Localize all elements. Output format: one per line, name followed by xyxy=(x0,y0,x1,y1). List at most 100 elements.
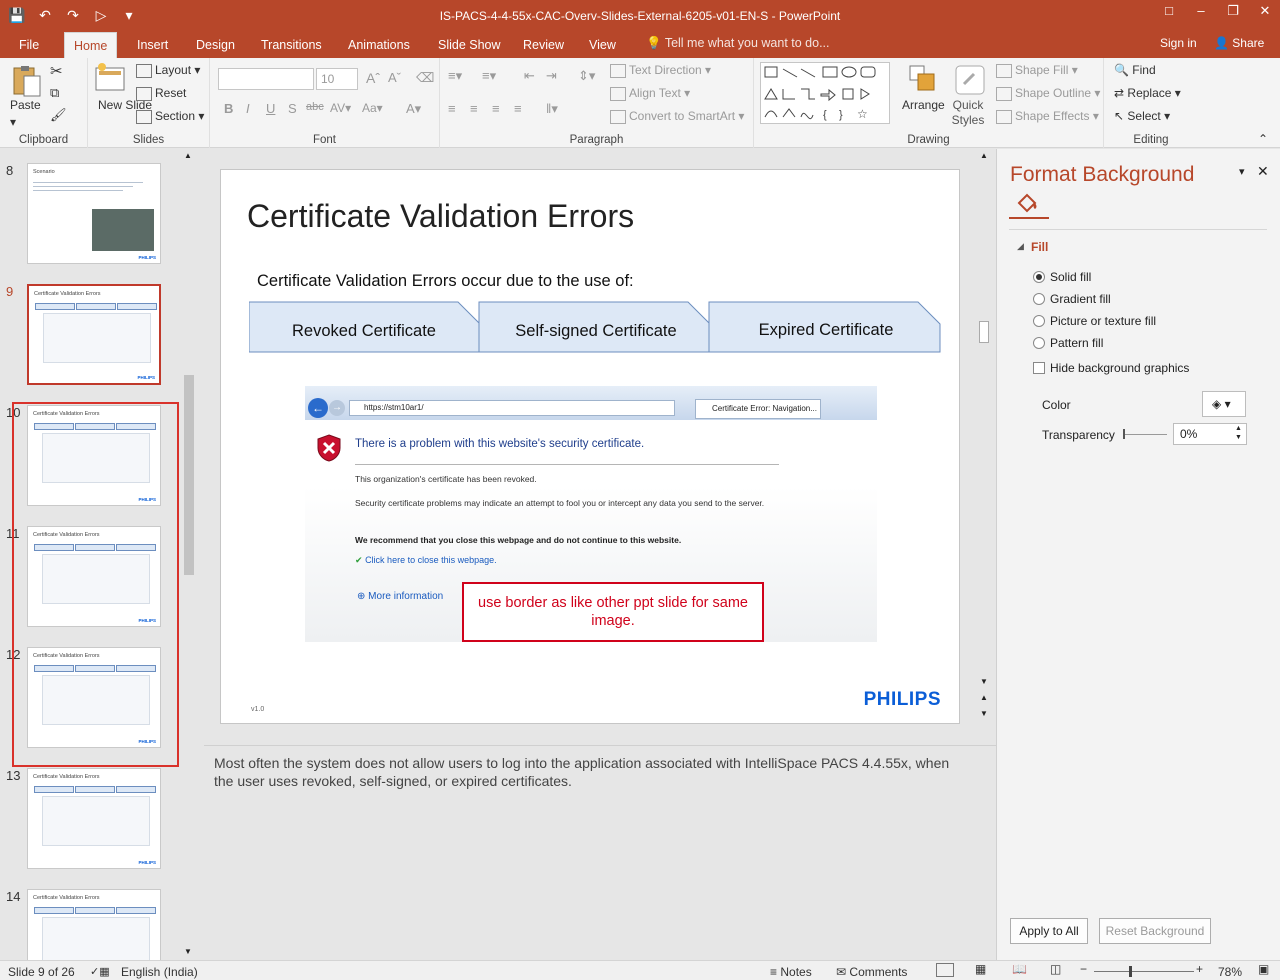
numbering-icon[interactable]: ≡▾ xyxy=(482,68,496,84)
change-case-icon[interactable]: Aa▾ xyxy=(362,101,383,115)
shape-effects-button[interactable]: Shape Effects ▾ xyxy=(996,109,1099,124)
align-center-icon[interactable]: ≡ xyxy=(470,101,478,116)
transparency-slider[interactable] xyxy=(1123,434,1167,435)
ribbon-display-icon[interactable]: □ xyxy=(1154,0,1184,24)
italic-icon[interactable]: I xyxy=(246,101,250,116)
slide-title[interactable]: Certificate Validation Errors xyxy=(247,198,634,235)
find-button[interactable]: 🔍 Find xyxy=(1114,63,1156,77)
slide-thumbnail[interactable]: Scenario PHILIPS xyxy=(27,163,161,264)
collapse-section-icon[interactable]: ◢ xyxy=(1017,241,1024,252)
shrink-font-icon[interactable]: Aˇ xyxy=(388,70,401,85)
solid-fill-radio[interactable] xyxy=(1033,271,1045,283)
sign-in-link[interactable]: Sign in xyxy=(1160,36,1197,50)
notes-pane[interactable]: Most often the system does not allow use… xyxy=(204,745,996,960)
slide-thumbnail[interactable]: Certificate Validation ErrorsPHILIPS xyxy=(27,768,161,869)
slide-scroll-up-icon[interactable]: ▲ xyxy=(980,151,988,160)
transparency-spinner-icon[interactable]: ▲ ▼ xyxy=(1235,424,1242,442)
zoom-slider[interactable] xyxy=(1094,971,1194,972)
align-text-button[interactable]: Align Text ▾ xyxy=(610,86,690,101)
gradient-fill-radio[interactable] xyxy=(1033,293,1045,305)
solid-fill-label[interactable]: Solid fill xyxy=(1050,270,1091,284)
line-spacing-icon[interactable]: ⇕▾ xyxy=(578,68,595,84)
zoom-in-icon[interactable]: + xyxy=(1196,962,1203,976)
hide-background-checkbox[interactable] xyxy=(1033,362,1045,374)
slide-sorter-icon[interactable]: ▦ xyxy=(975,962,986,976)
reset-background-button[interactable]: Reset Background xyxy=(1099,918,1211,944)
format-painter-icon[interactable]: 🖌 xyxy=(50,107,67,123)
strikethrough-icon[interactable]: abc xyxy=(306,101,324,113)
step-self-signed[interactable]: Self-signed Certificate xyxy=(481,303,711,355)
next-slide-icon[interactable]: ▼ xyxy=(980,709,988,718)
gradient-fill-label[interactable]: Gradient fill xyxy=(1050,292,1111,306)
fit-slide-icon[interactable]: ▣ xyxy=(1258,962,1269,976)
copy-icon[interactable]: ⧉ xyxy=(50,85,59,101)
underline-icon[interactable]: U xyxy=(266,101,275,116)
previous-slide-icon[interactable]: ▲ xyxy=(980,693,988,702)
paste-icon[interactable] xyxy=(10,64,42,97)
tab-slideshow[interactable]: Slide Show xyxy=(438,36,501,54)
layout-button[interactable]: Layout ▾ xyxy=(136,63,200,78)
tab-transitions[interactable]: Transitions xyxy=(261,36,322,54)
smartart-button[interactable]: Convert to SmartArt ▾ xyxy=(610,109,744,124)
bold-icon[interactable]: B xyxy=(224,101,233,116)
arrange-icon[interactable] xyxy=(908,64,940,96)
arrange-button[interactable]: Arrange xyxy=(902,98,945,112)
tab-animations[interactable]: Animations xyxy=(348,36,410,54)
font-size-input[interactable]: 10 xyxy=(316,68,358,90)
pattern-fill-label[interactable]: Pattern fill xyxy=(1050,336,1103,350)
fill-section-header[interactable]: Fill xyxy=(1031,240,1048,254)
share-button[interactable]: 👤 Share xyxy=(1214,36,1264,50)
scroll-down-icon[interactable]: ▼ xyxy=(184,947,192,956)
language-indicator[interactable]: English (India) xyxy=(121,965,198,979)
bullets-icon[interactable]: ≡▾ xyxy=(448,68,462,84)
zoom-slider-handle[interactable] xyxy=(1129,966,1132,977)
tell-me-search[interactable]: 💡 Tell me what you want to do... xyxy=(646,36,830,51)
thumbnails-scroll-thumb[interactable] xyxy=(184,375,194,575)
notes-toggle[interactable]: ≡ Notes xyxy=(770,965,812,979)
shadow-icon[interactable]: S xyxy=(288,101,297,116)
comments-toggle[interactable]: ✉ Comments xyxy=(836,965,907,979)
step-revoked[interactable]: Revoked Certificate xyxy=(249,303,479,355)
slide-subtitle[interactable]: Certificate Validation Errors occur due … xyxy=(257,272,634,291)
reset-button[interactable]: Reset xyxy=(136,86,186,101)
new-slide-icon[interactable] xyxy=(94,62,126,94)
apply-to-all-button[interactable]: Apply to All xyxy=(1010,918,1088,944)
step-expired[interactable]: Expired Certificate xyxy=(711,303,941,355)
fill-bucket-icon[interactable] xyxy=(1015,191,1041,215)
tab-insert[interactable]: Insert xyxy=(137,36,168,54)
paste-dropdown-icon[interactable]: ▾ xyxy=(10,115,16,129)
replace-button[interactable]: ⇄ Replace ▾ xyxy=(1114,86,1181,100)
spellcheck-icon[interactable]: ✓▦ xyxy=(90,965,110,978)
panel-options-icon[interactable]: ▾ xyxy=(1239,165,1245,178)
char-spacing-icon[interactable]: AV▾ xyxy=(330,101,351,115)
quick-styles-icon[interactable] xyxy=(954,64,986,96)
slide-counter[interactable]: Slide 9 of 26 xyxy=(8,965,75,979)
tab-review[interactable]: Review xyxy=(523,36,564,54)
tab-view[interactable]: View xyxy=(589,36,616,54)
tab-file[interactable]: File xyxy=(19,36,39,54)
select-button[interactable]: ↖ Select ▾ xyxy=(1114,109,1170,123)
picture-fill-radio[interactable] xyxy=(1033,315,1045,327)
transparency-slider-handle[interactable] xyxy=(1123,429,1125,439)
slide-thumbnail[interactable]: Certificate Validation ErrorsPHILIPS xyxy=(27,889,161,960)
reading-view-icon[interactable]: 📖 xyxy=(1012,962,1027,976)
picture-fill-label[interactable]: Picture or texture fill xyxy=(1050,314,1156,328)
close-icon[interactable]: ✕ xyxy=(1250,0,1280,24)
restore-icon[interactable]: ❐ xyxy=(1218,0,1248,24)
slide-scrollbar[interactable]: ▲ ▼ ▲ ▼ xyxy=(978,149,990,725)
zoom-level[interactable]: 78% xyxy=(1218,965,1242,979)
text-direction-button[interactable]: Text Direction ▾ xyxy=(610,63,711,78)
cut-icon[interactable]: ✂ xyxy=(50,62,63,80)
clear-formatting-icon[interactable]: ⌫ xyxy=(416,70,434,86)
tab-home[interactable]: Home xyxy=(64,32,118,59)
scroll-up-icon[interactable]: ▲ xyxy=(184,151,192,160)
paste-button[interactable]: Paste xyxy=(10,98,41,112)
panel-close-icon[interactable]: ✕ xyxy=(1257,163,1269,180)
grow-font-icon[interactable]: Aˆ xyxy=(366,70,380,86)
speaker-notes-text[interactable]: Most often the system does not allow use… xyxy=(214,754,954,790)
slide-scroll-down-icon[interactable]: ▼ xyxy=(980,677,988,686)
align-left-icon[interactable]: ≡ xyxy=(448,101,456,116)
shape-outline-button[interactable]: Shape Outline ▾ xyxy=(996,86,1100,101)
columns-icon[interactable]: ‖▾ xyxy=(546,101,558,117)
hide-background-label[interactable]: Hide background graphics xyxy=(1050,361,1189,375)
